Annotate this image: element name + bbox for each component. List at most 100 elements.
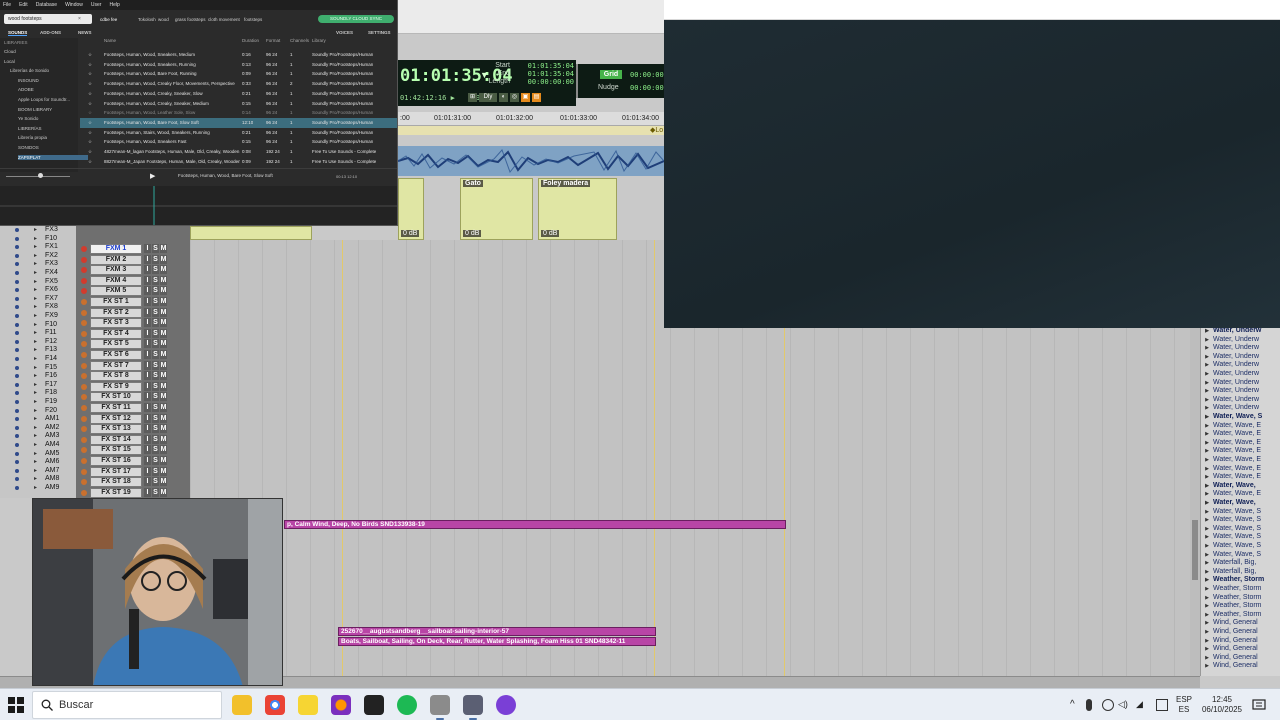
expand-icon[interactable]: ▶ xyxy=(1201,611,1213,619)
expand-icon[interactable]: ▶ xyxy=(1201,473,1213,481)
track-header[interactable]: FX ST 17 I S M xyxy=(78,466,190,478)
clip-list-item[interactable]: ▶ Water, Wave, E xyxy=(1201,490,1280,499)
input-button[interactable]: I xyxy=(144,244,151,253)
menu-item[interactable]: Database xyxy=(36,0,57,10)
favorite-icon[interactable]: ☆ xyxy=(88,62,92,68)
column-header[interactable]: Channels xyxy=(290,38,309,43)
track-header[interactable]: FXM 4ISM xyxy=(78,275,190,287)
table-row[interactable]: ☆ Footsteps, Human, Wood, Sneakers, Mediu… xyxy=(80,50,397,60)
track-visibility-icon[interactable] xyxy=(15,486,19,490)
tab-settings[interactable]: SETTINGS xyxy=(368,30,391,35)
menu-item[interactable]: Window xyxy=(65,0,83,10)
track-visibility-icon[interactable] xyxy=(15,331,19,336)
input-button[interactable]: I xyxy=(144,434,151,444)
monitor-icon[interactable] xyxy=(1102,699,1114,711)
track-visibility-icon[interactable] xyxy=(15,322,19,327)
track-visibility-icon[interactable] xyxy=(15,374,19,379)
expand-icon[interactable]: ▶ xyxy=(1201,430,1213,438)
input-button[interactable]: I xyxy=(144,360,151,370)
clip-list-item[interactable]: ▶ Water, Wave, E xyxy=(1201,422,1280,431)
mute-button[interactable]: M xyxy=(160,360,167,370)
clip-list-item[interactable]: ▶ Weather, Storm xyxy=(1201,576,1280,585)
input-button[interactable]: I xyxy=(144,487,151,497)
track-visibility-icon[interactable] xyxy=(15,296,19,301)
track-visibility-icon[interactable] xyxy=(15,391,19,396)
solo-button[interactable]: S xyxy=(152,466,159,476)
track-visibility-icon[interactable] xyxy=(15,236,19,241)
clock[interactable]: 12:45 06/10/2025 xyxy=(1200,695,1244,715)
grid-button[interactable]: Grid xyxy=(600,70,622,79)
record-arm-icon[interactable] xyxy=(81,352,87,358)
mute-button[interactable]: M xyxy=(160,318,167,328)
expand-icon[interactable]: ▶ xyxy=(1201,508,1213,516)
solo-button[interactable]: S xyxy=(152,392,159,402)
track-name-field[interactable]: FX ST 11 xyxy=(90,403,142,413)
record-arm-icon[interactable] xyxy=(81,383,87,390)
input-button[interactable]: I xyxy=(144,275,151,285)
favorite-icon[interactable]: ☆ xyxy=(88,91,92,97)
library-search-input[interactable]: wood footsteps × xyxy=(4,14,92,24)
sidebar-item[interactable]: Librería propia xyxy=(18,135,47,140)
input-button[interactable]: I xyxy=(144,403,151,412)
track-name-field[interactable]: FX ST 4 xyxy=(90,328,142,339)
track-list-item[interactable]: ▸ FX4 xyxy=(0,269,76,278)
spotify-icon[interactable] xyxy=(397,695,417,715)
expand-icon[interactable]: ▶ xyxy=(1201,361,1213,369)
sync-status-badge[interactable]: SOUNDLY CLOUD SYNC xyxy=(318,15,394,23)
search-tab[interactable]: cloth movement xyxy=(208,17,240,22)
track-list-item[interactable]: ▸ AM3 xyxy=(0,432,76,441)
sidebar-item[interactable]: SONIDOS xyxy=(18,145,39,150)
clip-gain[interactable]: 0 dB xyxy=(463,230,482,237)
expand-icon[interactable]: ▶ xyxy=(1201,594,1213,602)
track-list-item[interactable]: ▸ F19 xyxy=(0,398,76,407)
expand-icon[interactable]: ▶ xyxy=(1201,439,1213,447)
input-button[interactable]: I xyxy=(144,381,151,391)
region-sailboat-interior[interactable]: 252670__augustsandberg__sailboat-sailing… xyxy=(338,627,656,636)
track-list-item[interactable]: ▸ AM1 xyxy=(0,415,76,424)
expand-icon[interactable]: ▶ xyxy=(1201,576,1213,584)
solo-button[interactable]: S xyxy=(152,254,159,264)
clip-list-item[interactable]: ▶ Water, Wave, S xyxy=(1201,542,1280,551)
favorite-icon[interactable]: ☆ xyxy=(88,130,92,136)
track-visibility-icon[interactable] xyxy=(15,245,19,250)
clip-list-item[interactable]: ▶ Wind, General xyxy=(1201,654,1280,663)
clip-list-item[interactable]: ▶ Water, Underw xyxy=(1201,336,1280,345)
region-calm-wind[interactable]: p, Calm Wind, Deep, No Birds SND133938-1… xyxy=(284,520,786,529)
track-name-field[interactable]: FXM 3 xyxy=(90,265,142,276)
track-list-item[interactable]: ▸ FX3 xyxy=(0,226,76,235)
expand-icon[interactable]: ▶ xyxy=(1201,370,1213,378)
track-list-item[interactable]: ▸ F10 xyxy=(0,321,76,330)
expand-icon[interactable]: ▶ xyxy=(1201,422,1213,430)
track-name-field[interactable]: FX ST 9 xyxy=(90,381,142,392)
track-visibility-icon[interactable] xyxy=(15,279,19,284)
mute-button[interactable]: M xyxy=(160,445,167,455)
expand-icon[interactable]: ▶ xyxy=(1201,542,1213,550)
table-row[interactable]: ☆ Footsteps, Human, Wood, Creaky, Sneaker… xyxy=(80,99,397,109)
clip-list-item[interactable]: ▶ Water, Underw xyxy=(1201,396,1280,405)
mute-button[interactable]: M xyxy=(160,254,167,264)
search-tab[interactable]: Tokolosh xyxy=(138,17,156,22)
clip-list-item[interactable]: ▶ Water, Wave, E xyxy=(1201,430,1280,439)
track-visibility-icon[interactable] xyxy=(15,262,19,267)
track-visibility-icon[interactable] xyxy=(15,425,19,430)
track-header[interactable]: FX ST 9ISM xyxy=(78,381,190,393)
input-button[interactable]: I xyxy=(144,350,151,359)
clip-list-item[interactable]: ▶ Water, Wave, S xyxy=(1201,413,1280,422)
track-header[interactable]: FX ST 16 I S M xyxy=(78,456,190,467)
track-visibility-icon[interactable] xyxy=(15,339,19,344)
input-button[interactable]: I xyxy=(144,286,151,296)
table-row[interactable]: ☆ Footsteps, Human, Wood, Sneakers, Runni… xyxy=(80,60,397,70)
input-button[interactable]: I xyxy=(144,318,151,328)
record-arm-icon[interactable] xyxy=(81,373,87,380)
record-arm-icon[interactable] xyxy=(81,299,87,305)
input-button[interactable]: I xyxy=(144,413,151,423)
track-header[interactable]: FX ST 18 I S M xyxy=(78,477,190,488)
expand-icon[interactable]: ▶ xyxy=(1201,568,1213,576)
clip-list-item[interactable]: ▶ Water, Underw xyxy=(1201,327,1280,336)
track-list-item[interactable]: ▸ FX8 xyxy=(0,303,76,312)
record-arm-icon[interactable] xyxy=(81,362,87,369)
expand-icon[interactable]: ▶ xyxy=(1201,336,1213,344)
mute-button[interactable]: M xyxy=(160,456,167,465)
column-header[interactable]: Library xyxy=(312,38,326,43)
record-arm-icon[interactable] xyxy=(81,277,87,284)
